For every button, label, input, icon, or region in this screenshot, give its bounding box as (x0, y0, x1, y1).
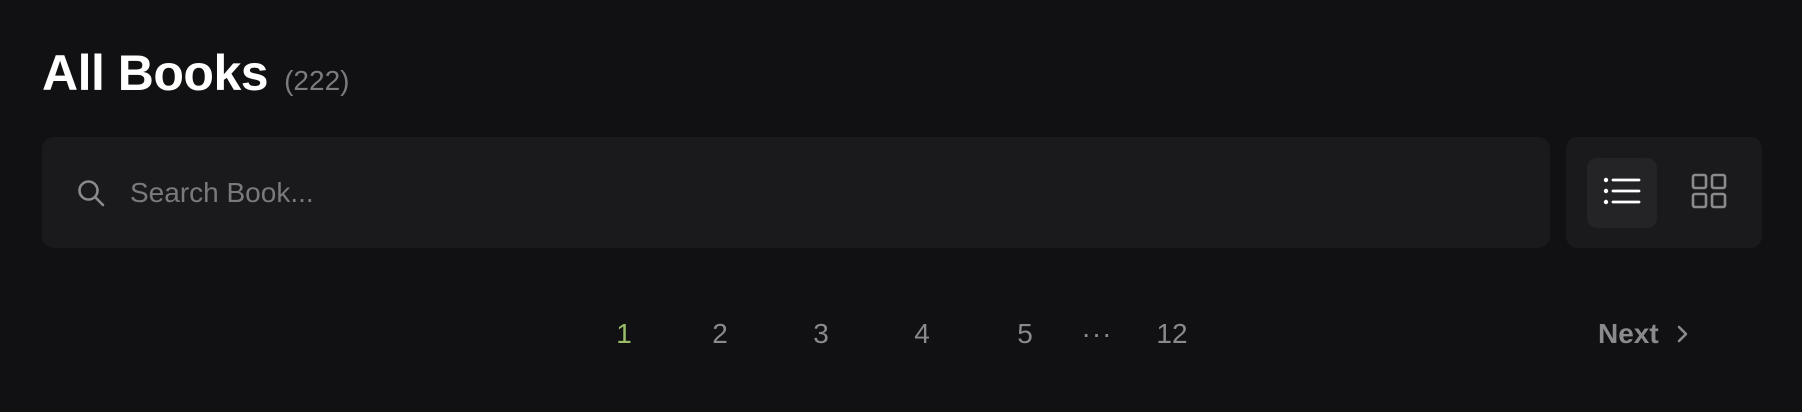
view-toggle (1566, 137, 1762, 248)
search-icon (76, 178, 106, 208)
page-12-link[interactable]: 12 (1156, 318, 1187, 350)
page-5-link[interactable]: 5 (1017, 318, 1033, 350)
chevron-right-icon (1677, 324, 1689, 344)
books-page: All Books (222) Search Book... 1 2 3 4 5… (0, 0, 1802, 412)
list-view-button[interactable] (1587, 158, 1657, 228)
grid-view-button[interactable] (1674, 158, 1744, 228)
search-input[interactable] (128, 161, 1432, 224)
page-1-link[interactable]: 1 (616, 318, 632, 350)
book-count: (222) (284, 65, 350, 96)
page-2-link[interactable]: 2 (712, 318, 728, 350)
pagination-ellipsis: ··· (1081, 318, 1113, 349)
next-page-button[interactable]: Next (1598, 318, 1689, 350)
page-3-link[interactable]: 3 (813, 318, 829, 350)
grid-view-icon (1691, 173, 1727, 214)
page-header: All Books (222) (42, 44, 349, 102)
pagination: 1 2 3 4 5 ··· 12 Next (0, 318, 1802, 368)
next-label: Next (1598, 318, 1659, 349)
search-bar[interactable] (42, 137, 1550, 248)
page-title: All Books (42, 45, 269, 101)
page-4-link[interactable]: 4 (914, 318, 930, 350)
list-view-icon (1603, 176, 1641, 211)
